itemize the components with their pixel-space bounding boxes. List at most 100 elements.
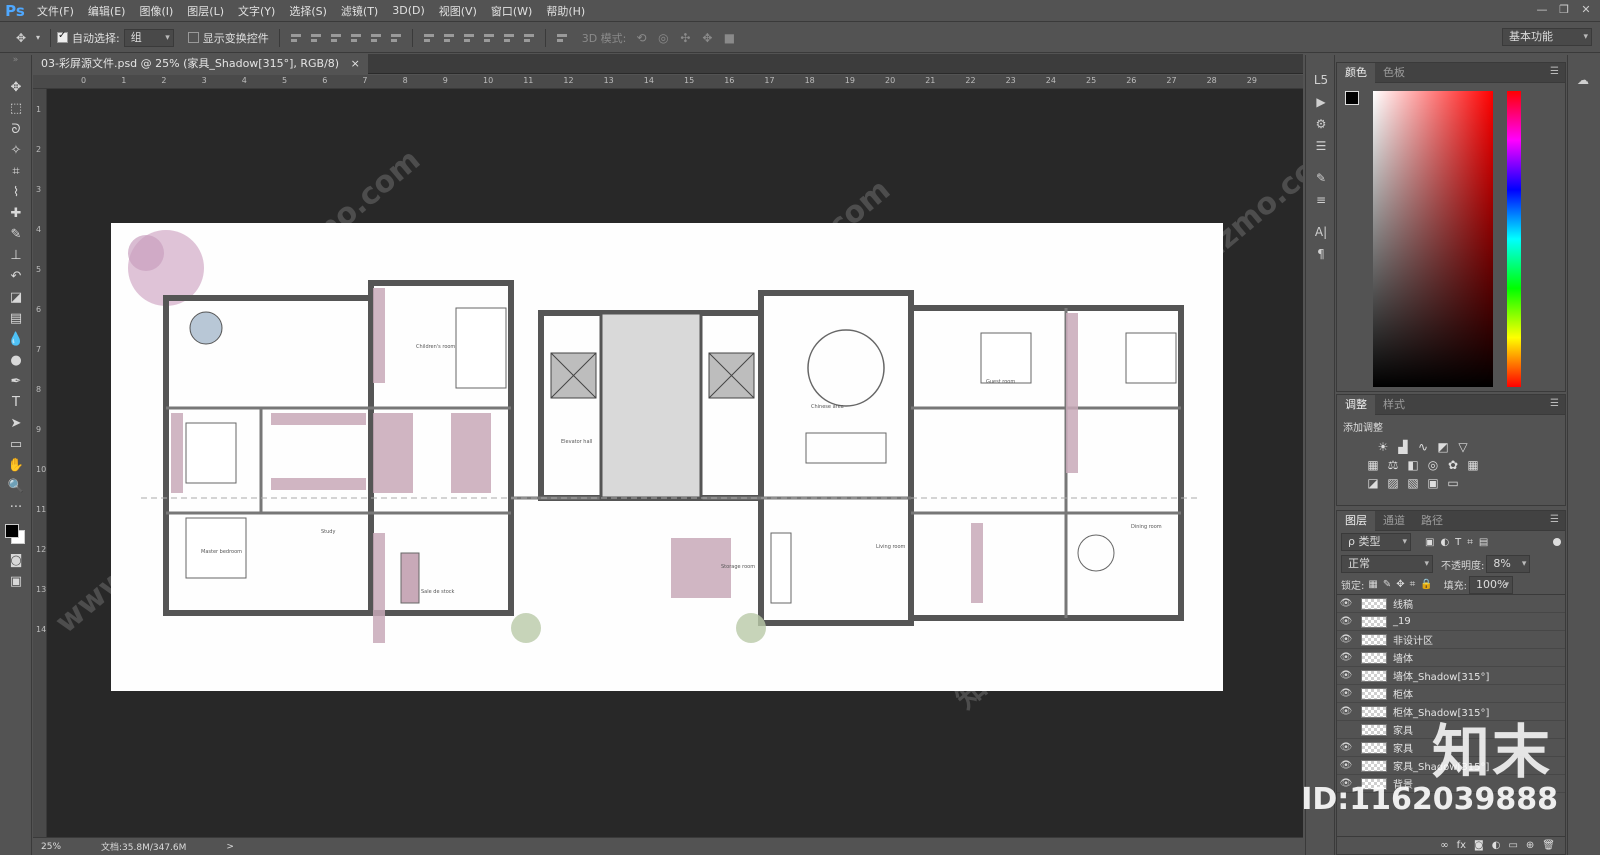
fill-field[interactable]: 100% [1469,575,1514,594]
blur-tool-icon[interactable]: 💧 [0,329,32,350]
path-selection-tool-icon[interactable]: ➤ [0,413,32,434]
3d-slide-icon[interactable]: ✥ [698,29,716,47]
menu-layer[interactable]: 图层(L) [180,3,231,19]
3d-scale-icon[interactable]: ■ [720,29,738,47]
curves-icon[interactable]: ∿ [1413,438,1433,456]
filter-toggle-icon[interactable] [1553,538,1561,546]
cloud-libraries-icon[interactable]: ☁ [1568,69,1598,91]
selective-color-icon[interactable]: ▣ [1423,474,1443,492]
show-transform-checkbox[interactable] [187,32,199,43]
crop-tool-icon[interactable]: ⌗ [0,161,32,182]
eyedropper-tool-icon[interactable]: ⌇ [0,182,32,203]
distribute-hcenter-icon[interactable] [502,31,516,45]
status-arrow-icon[interactable]: > [186,842,234,852]
paragraph-icon[interactable]: ¶ [1306,243,1336,265]
eraser-tool-icon[interactable]: ◪ [0,287,32,308]
gradient-tool-icon[interactable]: ▤ [0,308,32,329]
history-icon[interactable]: L5 [1306,69,1336,91]
distribute-left-icon[interactable] [482,31,496,45]
move-tool-icon[interactable]: ✥ [0,77,32,98]
tab-channels[interactable]: 通道 [1375,511,1413,531]
panel-menu-icon[interactable]: ☰ [1550,66,1559,77]
eye-icon[interactable]: 👁 [1337,760,1355,771]
healing-brush-tool-icon[interactable]: ✚ [0,203,32,224]
tab-styles[interactable]: 样式 [1375,395,1413,415]
clone-stamp-tool-icon[interactable]: ⊥ [0,245,32,266]
floorplan-artboard[interactable]: Master bedroom Children's room Chinese a… [111,223,1223,691]
auto-align-icon[interactable] [555,31,569,45]
brush-settings-icon[interactable]: ≡ [1306,189,1336,211]
distribute-top-icon[interactable] [422,31,436,45]
tab-adjustments[interactable]: 调整 [1337,394,1375,415]
3d-rotate-icon[interactable]: ⟲ [632,29,650,47]
menu-help[interactable]: 帮助(H) [539,3,592,19]
new-layer-icon[interactable]: ⊕ [1526,837,1534,854]
3d-drag-icon[interactable]: ✣ [676,29,694,47]
marquee-tool-icon[interactable]: ⬚ [0,98,32,119]
eye-icon[interactable]: 👁 [1337,670,1355,681]
posterize-icon[interactable]: ▨ [1383,474,1403,492]
eye-icon[interactable]: 👁 [1337,706,1355,717]
menu-3d[interactable]: 3D(D) [385,4,432,17]
gradient-map-icon[interactable]: ▭ [1443,474,1463,492]
properties-icon[interactable]: ⚙ [1306,113,1336,135]
eye-icon[interactable]: 👁 [1337,598,1355,609]
3d-roll-icon[interactable]: ◎ [654,29,672,47]
magic-wand-tool-icon[interactable]: ✧ [0,140,32,161]
canvas-area[interactable]: www.znzmo.com www.znzmo.com www.znzmo.co… [47,89,1303,837]
minimize-icon[interactable]: — [1534,2,1550,18]
align-hcenter-icon[interactable] [369,31,383,45]
layer-row[interactable]: 👁 _19 [1337,613,1565,631]
eye-icon[interactable]: 👁 [1337,688,1355,699]
restore-icon[interactable]: ❐ [1556,2,1572,18]
align-left-icon[interactable] [349,31,363,45]
photo-filter-icon[interactable]: ◎ [1423,456,1443,474]
tool-preset-chevron-icon[interactable]: ▾ [34,29,42,47]
menu-type[interactable]: 文字(Y) [231,3,282,19]
channel-mixer-icon[interactable]: ✿ [1443,456,1463,474]
menu-image[interactable]: 图像(I) [132,3,180,19]
brush-tool-icon[interactable]: ✎ [0,224,32,245]
dodge-tool-icon[interactable]: ● [0,350,32,371]
eye-icon[interactable]: 👁 [1337,616,1355,627]
distribute-right-icon[interactable] [522,31,536,45]
layer-style-icon[interactable]: fx [1457,837,1466,854]
eye-icon[interactable]: 👁 [1337,634,1355,645]
zoom-tool-icon[interactable]: 🔍 [0,476,32,497]
auto-select-checkbox[interactable] [57,30,68,43]
layer-row[interactable]: 👁 非设计区 [1337,631,1565,649]
zoom-level[interactable]: 25% [33,842,93,852]
brush-presets-icon[interactable]: ✎ [1306,167,1336,189]
align-vcenter-icon[interactable] [309,31,323,45]
color-picker[interactable] [1337,83,1565,391]
tab-paths[interactable]: 路径 [1413,511,1451,531]
menu-file[interactable]: 文件(F) [30,3,81,19]
menu-filter[interactable]: 滤镜(T) [334,3,385,19]
quick-mask-icon[interactable]: ◙ [0,550,32,571]
levels-icon[interactable]: ▟ [1393,438,1413,456]
foreground-color-swatch[interactable] [1345,91,1359,105]
foreground-color-swatch[interactable] [5,524,19,538]
tab-layers[interactable]: 图层 [1337,510,1375,531]
workspace-dropdown[interactable]: 基本功能 [1502,28,1592,46]
color-balance-icon[interactable]: ⚖ [1383,456,1403,474]
layer-row[interactable]: 👁 墙体_Shadow[315°] [1337,667,1565,685]
lock-icons[interactable]: ▦✎✥⌗🔒 [1368,579,1437,590]
tab-color[interactable]: 颜色 [1337,62,1375,83]
new-group-icon[interactable]: ▭ [1508,837,1517,854]
screen-mode-icon[interactable]: ▣ [0,571,32,592]
document-tab[interactable]: 03-彩屏源文件.psd @ 25% (家具_Shadow[315°], RGB… [33,54,368,74]
auto-select-dropdown[interactable]: 组 [123,28,174,47]
rectangle-tool-icon[interactable]: ▭ [0,434,32,455]
close-icon[interactable]: ✕ [1578,2,1594,18]
eye-icon[interactable]: 👁 [1337,652,1355,663]
align-bottom-icon[interactable] [329,31,343,45]
threshold-icon[interactable]: ▧ [1403,474,1423,492]
layer-filter-dropdown[interactable]: ρ 类型 [1341,533,1411,551]
brightness-icon[interactable]: ☀ [1373,438,1393,456]
opacity-field[interactable]: 8% [1486,555,1531,573]
lasso-tool-icon[interactable]: ᘐ [0,119,32,140]
doc-info[interactable]: 文档:35.8M/347.6M [93,840,186,853]
exposure-icon[interactable]: ◩ [1433,438,1453,456]
color-swatches[interactable] [0,518,31,550]
